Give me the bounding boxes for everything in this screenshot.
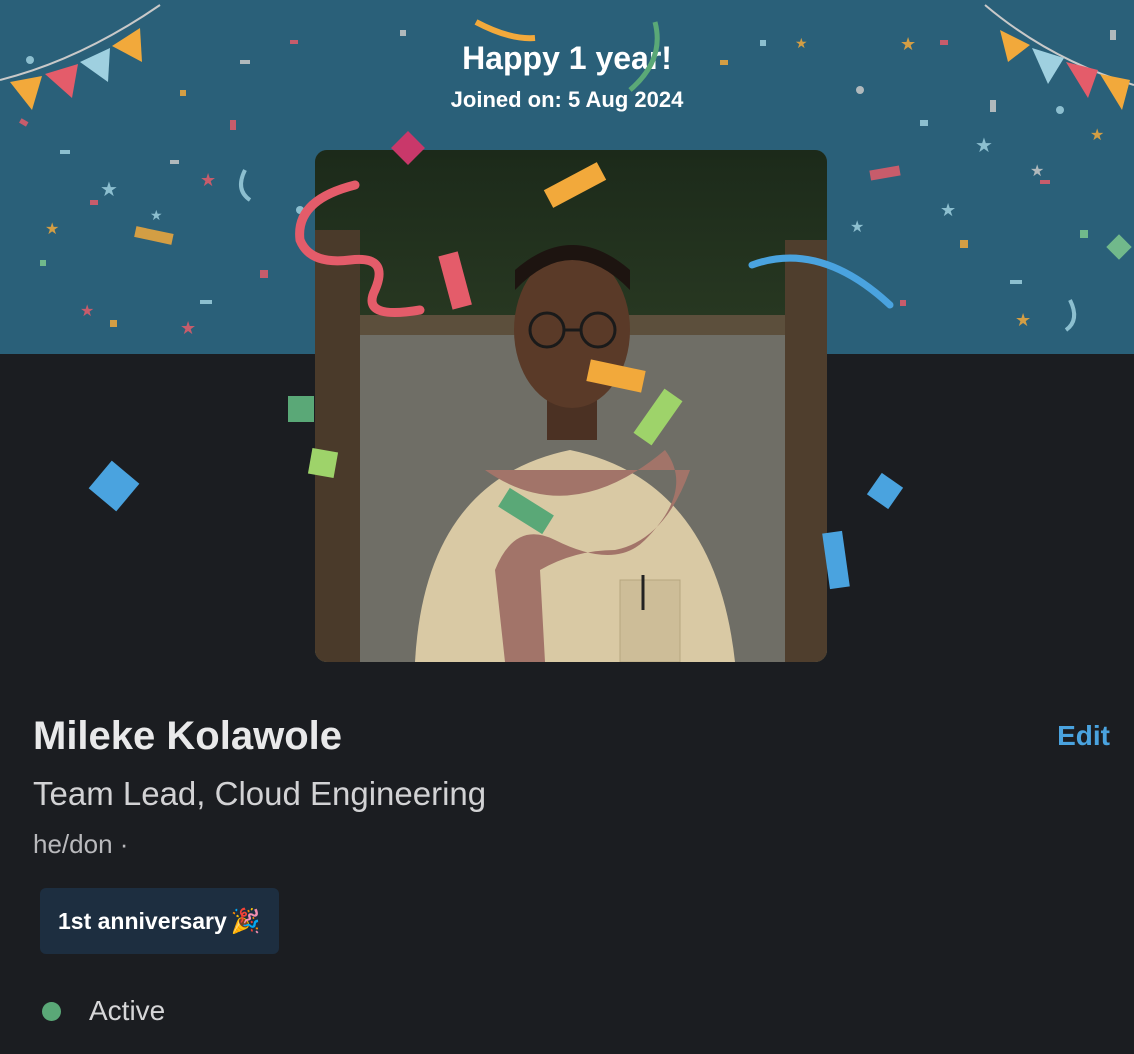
svg-text:★: ★ xyxy=(1015,310,1031,330)
avatar xyxy=(315,150,827,662)
svg-text:★: ★ xyxy=(45,221,59,238)
anniversary-badge[interactable]: 1st anniversary 🎉 xyxy=(40,888,279,954)
edit-profile-button[interactable]: Edit xyxy=(1057,720,1110,752)
svg-text:★: ★ xyxy=(200,170,216,190)
profile-pronouns: he/don · xyxy=(33,829,129,859)
svg-text:★: ★ xyxy=(975,135,993,157)
profile-title: Team Lead, Cloud Engineering xyxy=(33,775,487,812)
profile-name: Mileke Kolawole xyxy=(33,714,342,758)
anniversary-headline: Happy 1 year! xyxy=(462,40,672,76)
active-status-icon xyxy=(42,1001,61,1021)
svg-text:★: ★ xyxy=(1030,163,1044,180)
joined-date: Joined on: 5 Aug 2024 xyxy=(450,87,684,112)
presence-status: Active xyxy=(42,995,165,1027)
svg-text:★: ★ xyxy=(100,179,118,201)
svg-text:★: ★ xyxy=(850,219,864,236)
svg-text:★: ★ xyxy=(80,303,94,320)
anniversary-badge-label: 1st anniversary xyxy=(58,907,227,934)
svg-text:★: ★ xyxy=(150,207,163,223)
status-label: Active xyxy=(89,995,166,1026)
svg-text:★: ★ xyxy=(180,318,196,338)
party-popper-icon: 🎉 xyxy=(230,907,261,935)
profile-photo[interactable] xyxy=(315,150,827,662)
svg-text:★: ★ xyxy=(1090,127,1104,144)
svg-text:★: ★ xyxy=(940,200,956,220)
